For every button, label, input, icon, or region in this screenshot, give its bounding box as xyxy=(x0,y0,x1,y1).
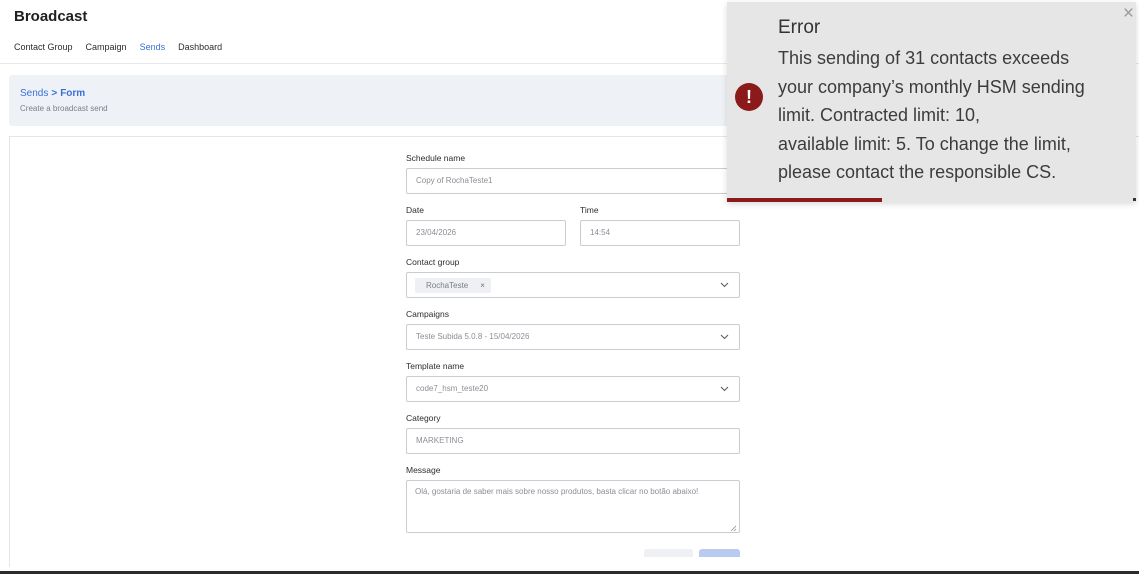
message-textarea[interactable]: Olá, gostaria de saber mais sobre nosso … xyxy=(406,480,740,533)
message-label: Message xyxy=(406,465,441,475)
breadcrumb-sends-link[interactable]: Sends xyxy=(20,88,48,99)
contact-group-chip-label: RochaTeste xyxy=(426,281,469,290)
schedule-name-label: Schedule name xyxy=(406,153,466,163)
toast-message-line: your company’s monthly HSM sending xyxy=(778,76,1085,97)
schedule-name-input[interactable]: Copy of RochaTeste1 xyxy=(406,168,740,194)
category-input[interactable]: MARKETING xyxy=(406,428,740,454)
breadcrumb-separator-icon: > xyxy=(51,88,58,99)
toast-message-line: please contact the responsible CS. xyxy=(778,162,1057,182)
chip-remove-icon[interactable]: × xyxy=(480,281,485,290)
edge-mark xyxy=(1133,198,1136,201)
campaigns-value: Teste Subida 5.0.8 - 15/04/2026 xyxy=(416,332,530,341)
date-input[interactable]: 23/04/2026 xyxy=(406,220,566,246)
toast-message: This sending of 31 contacts exceeds your… xyxy=(778,44,1118,187)
toast-progress-bar xyxy=(727,198,883,202)
toast-message-line: This sending of 31 contacts exceeds xyxy=(778,48,1070,68)
contact-group-chip: RochaTeste × xyxy=(415,278,491,293)
breadcrumb-panel: Sends > Form Create a broadcast send xyxy=(9,75,749,126)
tab-campaign[interactable]: Campaign xyxy=(86,36,127,63)
campaigns-select[interactable]: Teste Subida 5.0.8 - 15/04/2026 xyxy=(406,324,740,350)
error-icon: ! xyxy=(735,83,763,111)
chevron-down-icon xyxy=(720,377,729,410)
template-name-select[interactable]: code7_hsm_teste20 xyxy=(406,376,740,402)
close-icon[interactable]: × xyxy=(1123,4,1134,24)
breadcrumb: Sends > Form xyxy=(20,88,85,99)
toast-message-line: limit. Contracted limit: 10, xyxy=(778,105,981,125)
template-name-label: Template name xyxy=(406,361,465,371)
chevron-down-icon xyxy=(720,325,729,358)
cancel-button[interactable] xyxy=(644,549,693,557)
page-title: Broadcast xyxy=(14,8,88,25)
tab-dashboard[interactable]: Dashboard xyxy=(178,36,222,63)
toast-message-line: available limit: 5. To change the limit, xyxy=(778,133,1071,154)
campaigns-label: Campaigns xyxy=(406,309,449,319)
category-label: Category xyxy=(406,413,441,423)
template-name-value: code7_hsm_teste20 xyxy=(416,384,489,393)
message-text: Olá, gostaria de saber mais sobre nosso … xyxy=(415,487,699,496)
tab-sends[interactable]: Sends xyxy=(139,36,166,64)
tab-bar: Contact Group Campaign Sends Dashboard xyxy=(14,36,222,64)
toast-title: Error xyxy=(778,17,821,38)
date-label: Date xyxy=(406,205,424,215)
time-label: Time xyxy=(580,205,599,215)
resize-handle-icon[interactable] xyxy=(730,523,737,532)
error-toast: ! Error This sending of 31 contacts exce… xyxy=(727,2,1136,202)
time-input[interactable]: 14:54 xyxy=(580,220,740,246)
breadcrumb-current: Form xyxy=(60,88,86,99)
submit-button[interactable] xyxy=(699,549,740,557)
breadcrumb-subtitle: Create a broadcast send xyxy=(20,104,108,113)
contact-group-label: Contact group xyxy=(406,257,460,267)
contact-group-select[interactable]: RochaTeste × xyxy=(406,272,740,298)
chevron-down-icon xyxy=(720,273,729,306)
tab-contact-group[interactable]: Contact Group xyxy=(14,36,73,63)
